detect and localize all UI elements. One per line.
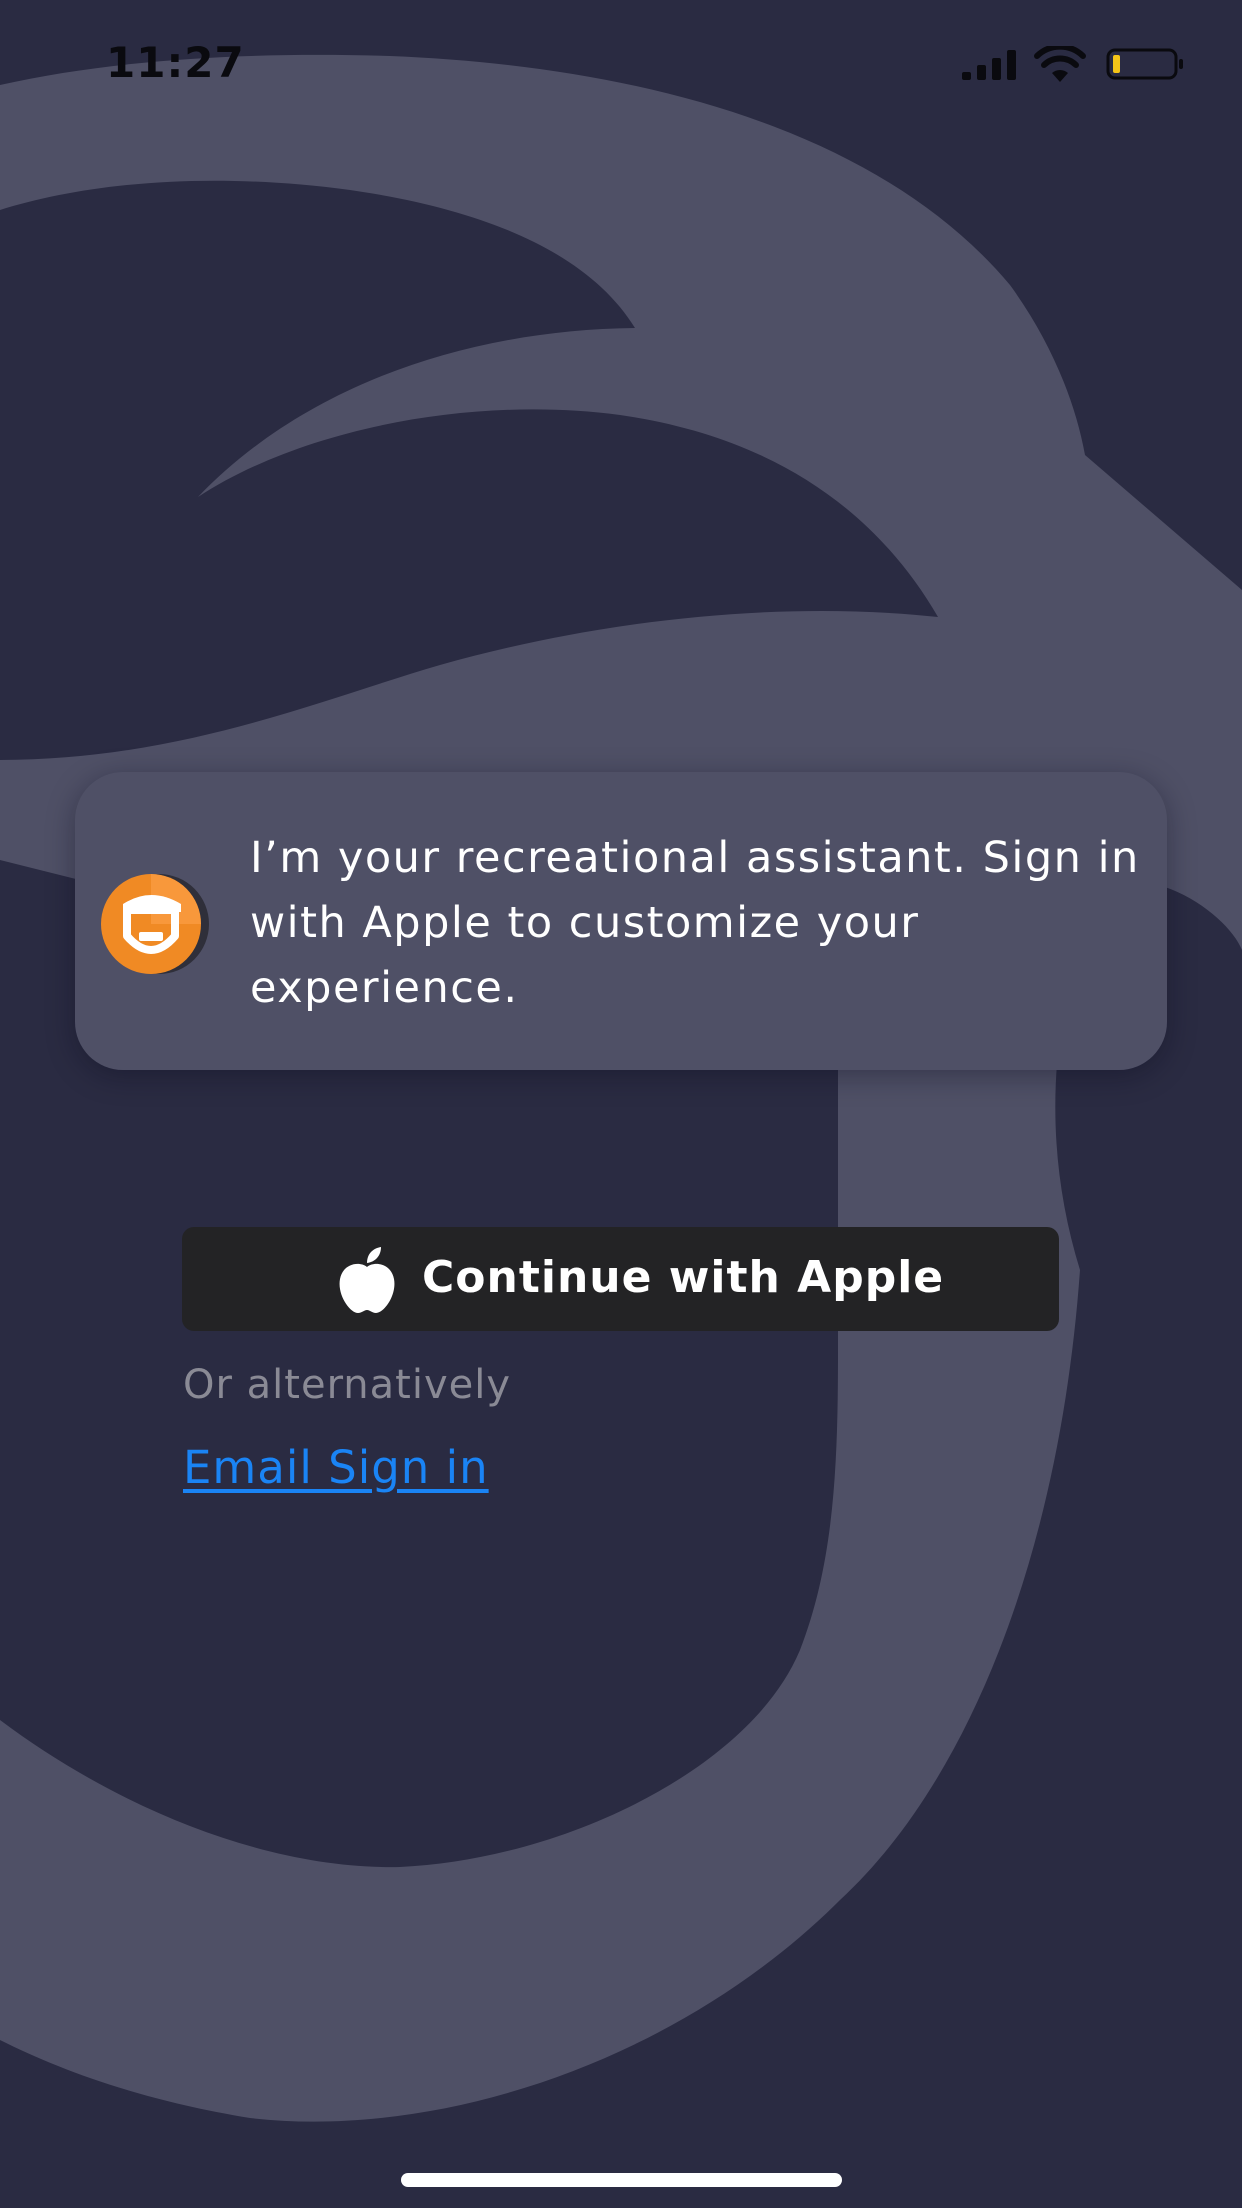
assistant-mascot-icon <box>101 874 209 974</box>
status-time: 11:27 <box>106 38 245 87</box>
assistant-message-card: I’m your recreational assistant. Sign in… <box>75 772 1167 1070</box>
continue-with-apple-label: Continue with Apple <box>422 1252 945 1303</box>
background-decoration <box>0 54 1242 2122</box>
assistant-message-text: I’m your recreational assistant. Sign in… <box>250 833 1140 1013</box>
home-indicator[interactable] <box>401 2173 842 2187</box>
wifi-icon <box>1034 46 1086 82</box>
sign-in-screen: 11:27 I’m your recreational assistant. S… <box>0 0 1242 2208</box>
email-sign-in-link[interactable]: Email Sign in <box>183 1438 489 1498</box>
battery-low-icon <box>1106 48 1183 80</box>
apple-logo-icon <box>339 1247 395 1313</box>
cellular-signal-icon <box>962 50 1016 80</box>
status-bar: 11:27 <box>0 0 1242 130</box>
alternative-option-text: Or alternatively <box>183 1362 512 1408</box>
continue-with-apple-button[interactable]: Continue with Apple <box>182 1227 1059 1331</box>
